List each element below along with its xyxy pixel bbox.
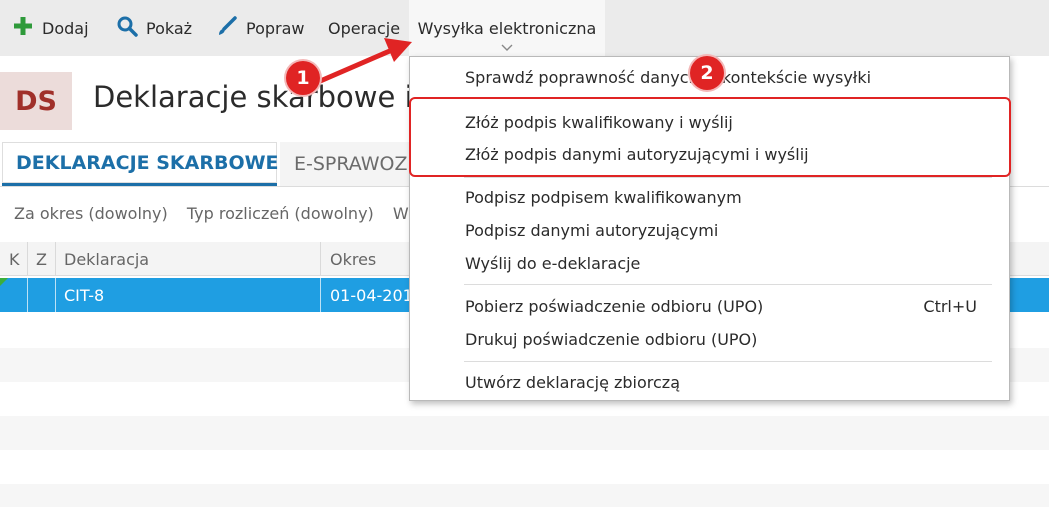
column-divider <box>55 242 56 276</box>
empty-row <box>0 416 1049 450</box>
chevron-down-icon <box>501 43 513 54</box>
plus-icon <box>12 15 34 41</box>
tab-label: E-SPRAWOZ <box>294 153 408 175</box>
operations-menu-label: Operacje <box>328 18 401 38</box>
column-divider <box>320 242 321 276</box>
menu-item-validate[interactable]: Sprawdź poprawność danych w kontekście w… <box>465 68 871 87</box>
column-period[interactable]: Okres <box>330 242 376 276</box>
empty-row <box>0 484 1049 507</box>
show-button-label: Pokaż <box>146 18 193 38</box>
add-button[interactable]: Dodaj <box>12 0 89 56</box>
column-divider <box>27 242 28 276</box>
cell-declaration: CIT-8 <box>64 285 105 305</box>
row-marker-icon <box>0 278 8 286</box>
menu-separator <box>464 177 992 178</box>
filter-bar: Za okres (dowolny) Typ rozliczeń (dowoln… <box>14 204 427 223</box>
cell-divider <box>320 278 321 312</box>
cell-period: 01-04-201 <box>330 285 413 305</box>
page-title: Deklaracje skarbowe i JP <box>93 80 448 114</box>
menu-item-send-e-declaration[interactable]: Wyślij do e-deklaracje <box>465 254 640 273</box>
column-k[interactable]: K <box>9 242 20 276</box>
menu-item-qualified-sign[interactable]: Podpisz podpisem kwalifikowanym <box>465 188 742 207</box>
menu-separator <box>464 361 992 362</box>
tab-label: DEKLARACJE SKARBOWE <box>16 151 279 174</box>
menu-item-create-summary[interactable]: Utwórz deklarację zbiorczą <box>465 373 680 392</box>
column-z[interactable]: Z <box>36 242 47 276</box>
menu-item-shortcut: Ctrl+U <box>923 297 977 316</box>
filter-settlement-type[interactable]: Typ rozliczeń (dowolny) <box>187 204 374 223</box>
toolbar: Dodaj Pokaż Popraw Operacje Wysyłka elek… <box>0 0 1049 56</box>
menu-separator <box>464 97 992 98</box>
menu-item-qualified-sign-send[interactable]: Złóż podpis kwalifikowany i wyślij <box>465 113 733 132</box>
edit-button[interactable]: Popraw <box>216 0 305 56</box>
add-button-label: Dodaj <box>42 18 89 38</box>
column-declaration[interactable]: Deklaracja <box>64 242 149 276</box>
tab-tax-declarations[interactable]: DEKLARACJE SKARBOWE <box>2 142 279 186</box>
electronic-sending-dropdown: Sprawdź poprawność danych w kontekście w… <box>409 56 1010 401</box>
menu-separator <box>464 284 992 285</box>
search-icon <box>116 15 138 41</box>
operations-menu[interactable]: Operacje <box>328 0 400 56</box>
cell-divider <box>55 278 56 312</box>
edit-button-label: Popraw <box>246 18 305 38</box>
electronic-sending-menu-label: Wysyłka elektroniczna <box>417 18 597 38</box>
filter-period[interactable]: Za okres (dowolny) <box>14 204 168 223</box>
annotation-badge-2: 2 <box>690 56 724 90</box>
menu-item-download-upo[interactable]: Pobierz poświadczenie odbioru (UPO) <box>465 297 763 316</box>
brush-icon <box>216 15 238 41</box>
module-badge: DS <box>0 72 72 130</box>
cell-divider <box>27 278 28 312</box>
menu-item-auth-sign[interactable]: Podpisz danymi autoryzującymi <box>465 221 718 240</box>
annotation-badge-1: 1 <box>286 61 320 95</box>
menu-item-print-upo[interactable]: Drukuj poświadczenie odbioru (UPO) <box>465 330 757 349</box>
show-button[interactable]: Pokaż <box>116 0 192 56</box>
electronic-sending-menu[interactable]: Wysyłka elektroniczna <box>409 0 605 56</box>
menu-item-auth-sign-send[interactable]: Złóż podpis danymi autoryzującymi i wyśl… <box>465 145 809 164</box>
